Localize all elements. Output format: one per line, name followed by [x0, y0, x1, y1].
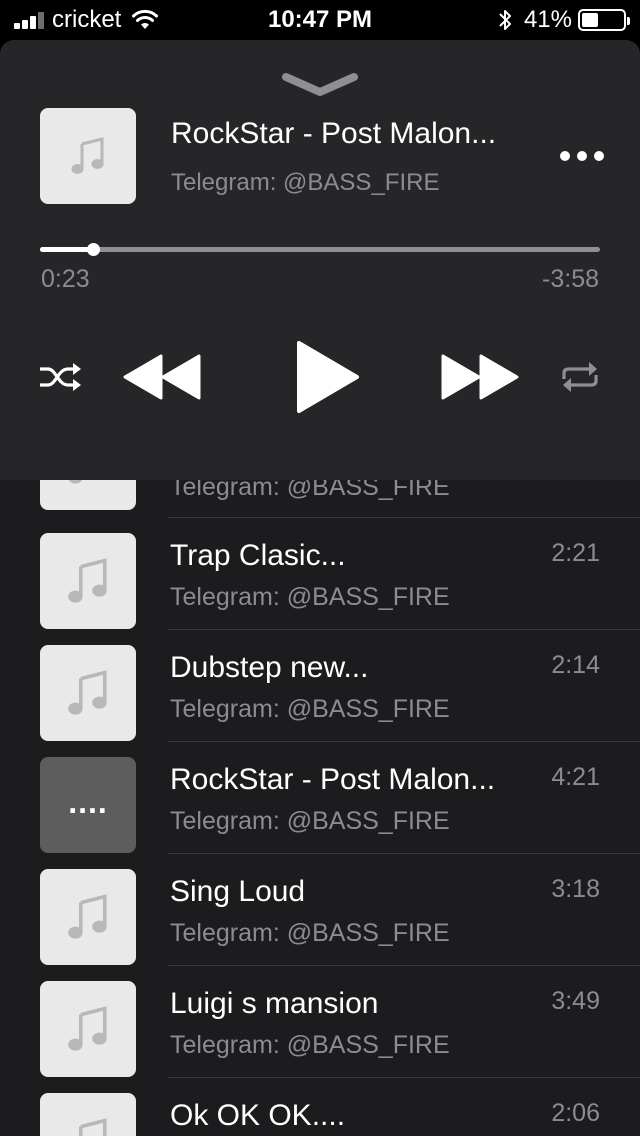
- track-title: Luigi s mansion: [170, 987, 379, 1020]
- track-duration: 3:18: [551, 875, 600, 903]
- elapsed-time: 0:23: [41, 265, 90, 293]
- track-title: Trap Clasic...: [170, 539, 346, 572]
- playing-indicator: ....: [68, 784, 108, 820]
- list-item[interactable]: Ok OK OK....Telegram: @BASS_FIRE2:06: [0, 1078, 640, 1136]
- play-icon: [297, 341, 359, 413]
- music-note-icon: [40, 533, 136, 629]
- battery-percent: 41%: [523, 6, 572, 33]
- play-button[interactable]: [294, 338, 362, 416]
- playlist: Telegram: @BASS_FIRE Trap Clasic... Teleg…: [0, 474, 640, 1136]
- music-note-icon: [71, 137, 104, 174]
- rewind-button[interactable]: [122, 352, 202, 402]
- list-item[interactable]: Luigi s mansion Telegram: @BASS_FIRE 3:49: [0, 966, 640, 1078]
- track-subtitle: Telegram: @BASS_FIRE: [170, 695, 450, 723]
- fast-forward-button[interactable]: [440, 352, 520, 402]
- track-duration: 2:14: [551, 651, 600, 679]
- track-subtitle: Telegram: @BASS_FIRE: [170, 1031, 450, 1059]
- track-title: Dubstep new...: [170, 651, 369, 684]
- track-title: Ok OK OK....: [170, 1099, 346, 1132]
- repeat-button[interactable]: [556, 358, 604, 396]
- list-item[interactable]: Dubstep new... Telegram: @BASS_FIRE 2:14: [0, 630, 640, 742]
- music-note-icon: [40, 869, 136, 965]
- now-playing-subtitle: Telegram: @BASS_FIRE: [171, 169, 440, 196]
- shuffle-icon: [40, 363, 81, 391]
- track-subtitle: Telegram: @BASS_FIRE: [170, 919, 450, 947]
- battery-fill: [582, 13, 599, 27]
- track-duration: 4:21: [551, 763, 600, 791]
- fast-forward-icon: [441, 354, 519, 400]
- music-note-icon: [40, 1093, 136, 1136]
- list-item[interactable]: Sing Loud Telegram: @BASS_FIRE 3:18: [0, 854, 640, 966]
- now-playing-panel: RockStar - Post Malon... Telegram: @BASS…: [0, 40, 640, 480]
- remaining-time: -3:58: [542, 265, 599, 293]
- repeat-icon: [562, 362, 598, 392]
- track-title: RockStar - Post Malon...: [170, 763, 496, 796]
- list-item[interactable]: Telegram: @BASS_FIRE: [0, 474, 640, 518]
- music-note-icon: [40, 645, 136, 741]
- progress-played: [40, 247, 93, 252]
- music-note-icon: [40, 981, 136, 1077]
- album-art: [40, 108, 136, 204]
- battery-icon: [578, 9, 630, 31]
- shuffle-button[interactable]: [36, 360, 84, 394]
- status-bar: cricket 10:47 PM 41%: [0, 0, 640, 40]
- more-icon[interactable]: [560, 144, 604, 168]
- chevron-down-icon[interactable]: [282, 72, 358, 98]
- track-subtitle: Telegram: @BASS_FIRE: [170, 807, 450, 835]
- list-item[interactable]: .... RockStar - Post Malon... Telegram: @B…: [0, 742, 640, 854]
- list-item[interactable]: Trap Clasic... Telegram: @BASS_FIRE 2:21: [0, 518, 640, 630]
- progress-knob[interactable]: [86, 243, 100, 256]
- track-subtitle: Telegram: @BASS_FIRE: [170, 583, 450, 611]
- now-playing-title: RockStar - Post Malon...: [171, 117, 497, 150]
- rewind-icon: [123, 354, 201, 400]
- track-duration: 2:06: [551, 1099, 600, 1127]
- track-title: Sing Loud: [170, 875, 306, 908]
- track-duration: 2:21: [551, 539, 600, 567]
- track-duration: 3:49: [551, 987, 600, 1015]
- bluetooth-icon: [499, 10, 511, 30]
- progress-slider[interactable]: [40, 243, 600, 256]
- playing-indicator-icon: ....: [40, 757, 136, 853]
